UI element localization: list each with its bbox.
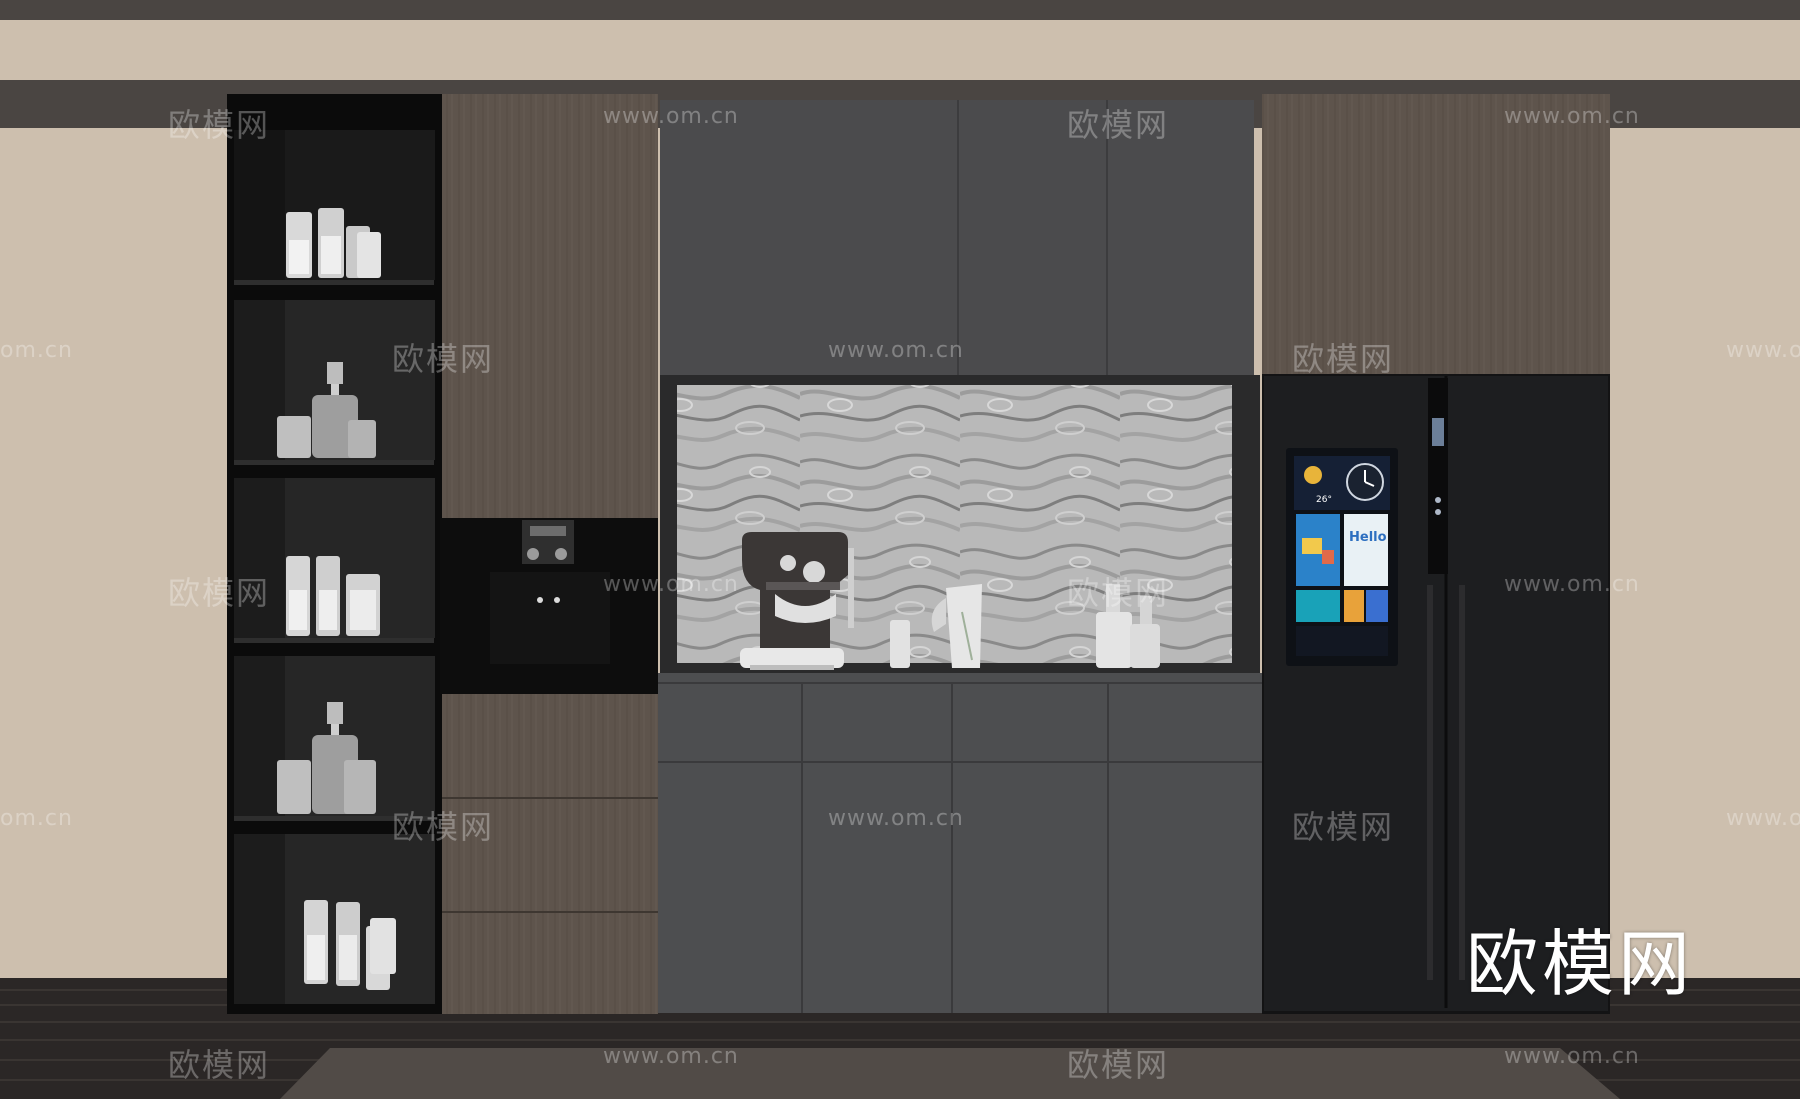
app-tile[interactable] — [1344, 514, 1388, 586]
ceiling-band — [0, 0, 1800, 20]
gauge-icon — [803, 561, 825, 583]
lower-cabinets — [658, 673, 1262, 1013]
fridge-greeting: Hello — [1349, 530, 1387, 545]
wood-upper-cabinet-right — [1262, 94, 1610, 374]
fridge-temperature: 26° — [1316, 495, 1332, 505]
knob-icon — [527, 548, 539, 560]
sun-weather-icon — [1304, 466, 1322, 484]
app-tile[interactable] — [1296, 590, 1340, 622]
knob-icon — [555, 548, 567, 560]
watermark-logo: 欧模网 — [1465, 922, 1694, 1006]
app-tile[interactable] — [1344, 590, 1364, 622]
app-tile[interactable] — [1366, 590, 1388, 622]
fridge-control-strip — [1428, 378, 1448, 574]
gauge-icon — [780, 555, 796, 571]
kitchen-cabinet-render: 26° Hello 欧模网 www.om.cn 欧模网 www.om.cn om… — [0, 0, 1800, 1099]
floor-rug — [280, 1048, 1620, 1099]
glass-cup — [890, 620, 910, 668]
